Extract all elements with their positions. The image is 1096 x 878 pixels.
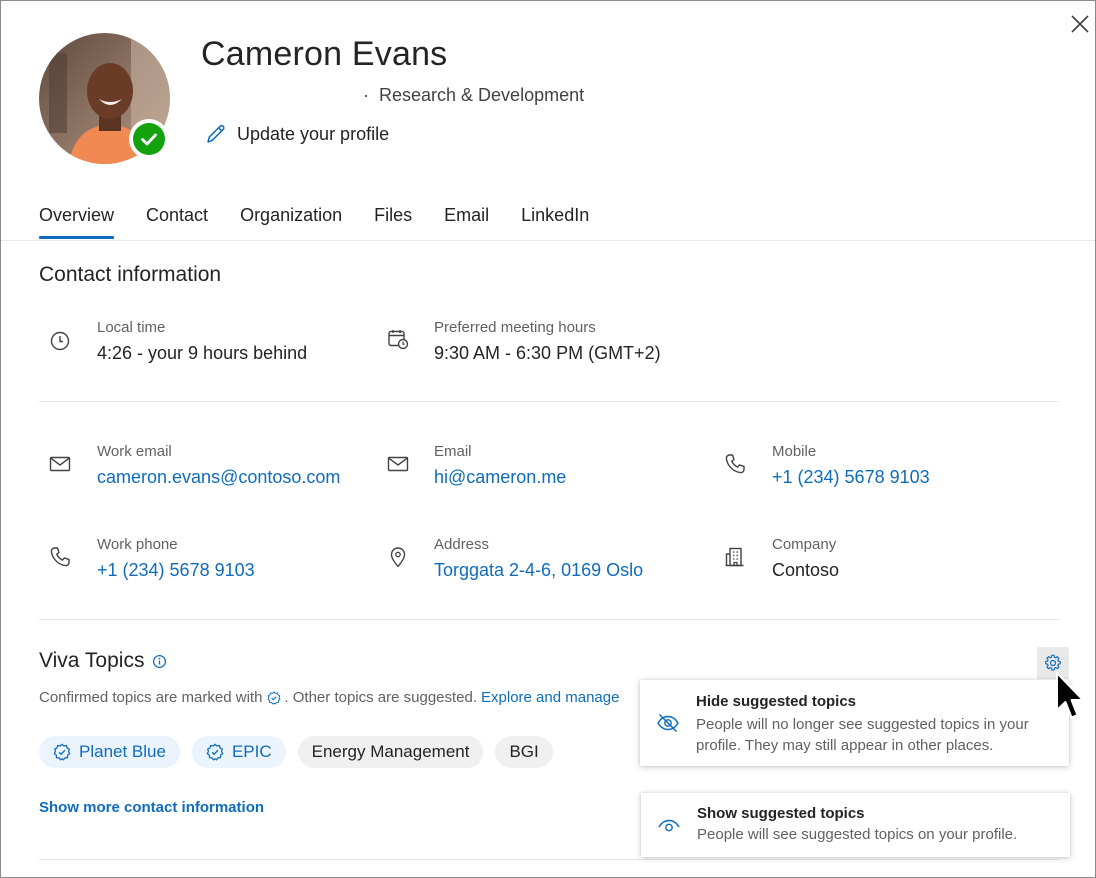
mouse-pointer-icon bbox=[1055, 672, 1087, 724]
address-label: Address bbox=[434, 536, 490, 553]
topic-chip-planet-blue[interactable]: Planet Blue bbox=[39, 736, 180, 768]
show-topics-title: Show suggested topics bbox=[697, 805, 865, 822]
explore-manage-link[interactable]: Explore and manage bbox=[481, 689, 619, 706]
work-email-link[interactable]: cameron.evans@contoso.com bbox=[97, 467, 340, 488]
company-value: Contoso bbox=[772, 560, 840, 580]
viva-topics-description: Confirmed topics are marked with . Other… bbox=[39, 689, 619, 706]
department-label: Research & Development bbox=[379, 85, 585, 105]
viva-topics-title: Viva Topics bbox=[39, 649, 167, 673]
section-divider bbox=[39, 401, 1059, 402]
tab-linkedin[interactable]: LinkedIn bbox=[521, 201, 589, 236]
email-label: Email bbox=[434, 443, 472, 460]
topic-chip-energy-management[interactable]: Energy Management bbox=[297, 736, 484, 768]
topic-label: BGI bbox=[509, 742, 539, 761]
meeting-hours-field: Preferred meeting hours 9:30 AM - 6:30 P… bbox=[434, 319, 661, 364]
viva-desc-after: . Other topics are suggested. bbox=[284, 689, 478, 706]
meeting-hours-label: Preferred meeting hours bbox=[434, 319, 596, 336]
work-email-field: Work email cameron.evans@contoso.com bbox=[97, 443, 340, 488]
update-profile-label: Update your profile bbox=[237, 123, 390, 144]
contact-section-title: Contact information bbox=[39, 263, 222, 286]
eye-icon bbox=[641, 793, 697, 857]
address-field: Address Torggata 2-4-6, 0169 Oslo bbox=[434, 536, 643, 581]
phone-icon bbox=[48, 545, 72, 569]
checkmark-icon bbox=[141, 133, 157, 146]
tabs-divider bbox=[1, 240, 1095, 241]
location-pin-icon bbox=[386, 545, 410, 569]
show-topics-description: People will see suggested topics on your… bbox=[697, 826, 1018, 843]
calendar-clock-icon bbox=[386, 327, 410, 351]
gear-icon bbox=[1045, 654, 1061, 671]
address-link[interactable]: Torggata 2-4-6, 0169 Oslo bbox=[434, 560, 643, 581]
email-link[interactable]: hi@cameron.me bbox=[434, 467, 566, 488]
local-time-field: Local time 4:26 - your 9 hours behind bbox=[97, 319, 307, 364]
topic-chips: Planet Blue EPIC Energy Management BGI bbox=[39, 736, 553, 768]
close-button[interactable] bbox=[1067, 11, 1093, 37]
meeting-hours-value: 9:30 AM - 6:30 PM (GMT+2) bbox=[434, 343, 661, 363]
hide-topics-description: People will no longer see suggested topi… bbox=[696, 716, 1029, 754]
tab-bar: Overview Contact Organization Files Emai… bbox=[39, 201, 621, 239]
clock-icon bbox=[48, 329, 72, 353]
email-field: Email hi@cameron.me bbox=[434, 443, 566, 488]
company-field: Company Contoso bbox=[772, 536, 839, 581]
tab-organization[interactable]: Organization bbox=[240, 201, 342, 236]
hide-topics-title: Hide suggested topics bbox=[696, 693, 857, 710]
mobile-label: Mobile bbox=[772, 443, 817, 460]
topic-chip-epic[interactable]: EPIC bbox=[191, 736, 286, 768]
show-suggested-topics-option[interactable]: Show suggested topics People will see su… bbox=[641, 793, 1070, 857]
confirmed-badge-icon bbox=[206, 743, 224, 761]
work-email-label: Work email bbox=[97, 443, 172, 460]
profile-card: Cameron Evans · Research & Development Up… bbox=[0, 0, 1096, 878]
person-name: Cameron Evans bbox=[201, 35, 448, 73]
tab-email[interactable]: Email bbox=[444, 201, 489, 236]
presence-status-badge bbox=[129, 119, 169, 159]
separator-dot: · bbox=[363, 85, 369, 105]
pencil-icon bbox=[207, 124, 225, 143]
mobile-link[interactable]: +1 (234) 5678 9103 bbox=[772, 467, 930, 488]
viva-desc-before: Confirmed topics are marked with bbox=[39, 689, 263, 706]
work-phone-label: Work phone bbox=[97, 536, 178, 553]
building-icon bbox=[723, 545, 747, 569]
close-icon bbox=[1071, 15, 1089, 33]
topic-chip-bgi[interactable]: BGI bbox=[495, 736, 553, 768]
company-label: Company bbox=[772, 536, 837, 553]
mail-icon bbox=[386, 452, 410, 476]
mobile-field: Mobile +1 (234) 5678 9103 bbox=[772, 443, 930, 488]
local-time-label: Local time bbox=[97, 319, 166, 336]
topic-label: EPIC bbox=[231, 742, 272, 761]
local-time-value: 4:26 - your 9 hours behind bbox=[97, 343, 308, 363]
show-more-contact-link[interactable]: Show more contact information bbox=[39, 799, 264, 816]
confirmed-badge-icon bbox=[53, 743, 71, 761]
work-phone-link[interactable]: +1 (234) 5678 9103 bbox=[97, 560, 255, 581]
update-profile-link[interactable]: Update your profile bbox=[205, 121, 389, 147]
department: · Research & Development bbox=[363, 85, 584, 106]
phone-icon bbox=[723, 452, 747, 476]
tab-overview[interactable]: Overview bbox=[39, 201, 115, 239]
confirmed-badge-icon bbox=[267, 690, 281, 705]
topic-label: Planet Blue bbox=[79, 742, 166, 761]
eye-off-icon bbox=[640, 680, 696, 766]
bottom-divider bbox=[39, 859, 1059, 860]
viva-topics-heading: Viva Topics bbox=[39, 649, 145, 672]
work-phone-field: Work phone +1 (234) 5678 9103 bbox=[97, 536, 255, 581]
topic-label: Energy Management bbox=[311, 742, 470, 761]
tab-files[interactable]: Files bbox=[374, 201, 412, 236]
section-divider bbox=[39, 619, 1059, 620]
mail-icon bbox=[48, 452, 72, 476]
info-icon[interactable] bbox=[152, 654, 167, 669]
tab-contact[interactable]: Contact bbox=[146, 201, 208, 236]
hide-suggested-topics-option[interactable]: Hide suggested topics People will no lon… bbox=[640, 680, 1069, 766]
